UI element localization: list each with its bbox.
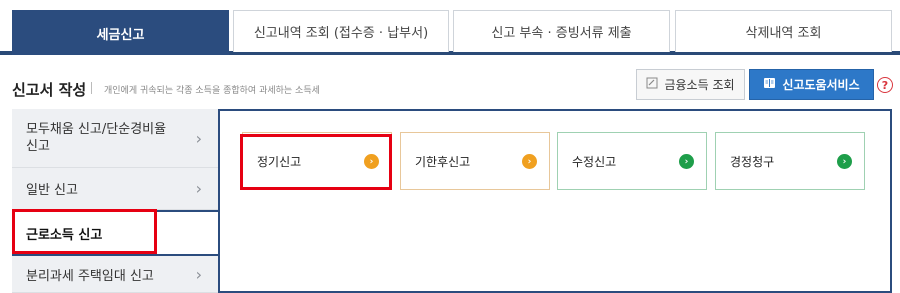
chevron-right-circle-icon: › — [522, 154, 537, 169]
edit-icon — [646, 77, 658, 92]
chevron-right-circle-icon: › — [679, 154, 694, 169]
help-icon[interactable]: ? — [877, 77, 893, 93]
sidebar-item-general-report[interactable]: 일반 신고 › — [12, 168, 218, 210]
card-label: 경정청구 — [730, 154, 775, 169]
sidebar-item-label: 분리과세 주택임대 신고 — [26, 268, 154, 284]
top-tab-bar: 세금신고 신고내역 조회 (접수증 · 납부서) 신고 부속 · 증빙서류 제출… — [0, 0, 900, 62]
card-label: 기한후신고 — [415, 154, 471, 169]
page-title: 신고서 작성 — [12, 81, 87, 99]
card-label: 수정신고 — [572, 154, 617, 169]
card-amended-report[interactable]: 수정신고 › — [557, 132, 707, 190]
sidebar-item-label: 모두채움 신고/단순경비율 신고 — [26, 122, 167, 154]
highlight-box-card — [240, 134, 392, 190]
report-help-service-button[interactable]: 신고도움서비스 — [749, 69, 874, 100]
chevron-right-icon: › — [195, 179, 202, 198]
card-late-report[interactable]: 기한후신고 › — [400, 132, 550, 190]
tab-report-history[interactable]: 신고내역 조회 (접수증 · 납부서) — [233, 10, 449, 52]
sidebar-item-separate-taxation-rental[interactable]: 분리과세 주택임대 신고 › — [12, 256, 218, 293]
page-subtitle: 개인에게 귀속되는 각종 소득을 종합하여 과세하는 소득세 — [104, 86, 320, 96]
tab-tax-report[interactable]: 세금신고 — [12, 10, 229, 55]
highlight-box-sidebar — [12, 209, 157, 254]
book-icon — [763, 77, 776, 92]
financial-income-button[interactable]: 금융소득 조회 — [636, 69, 745, 100]
chevron-right-icon: › — [195, 264, 202, 284]
sidebar-item-prefilled-report[interactable]: 모두채움 신고/단순경비율 신고 › — [12, 109, 218, 168]
card-correction-claim[interactable]: 경정청구 › — [715, 132, 865, 190]
chevron-right-icon: › — [195, 128, 202, 148]
report-help-service-label: 신고도움서비스 — [782, 78, 860, 92]
financial-income-label: 금융소득 조회 — [664, 78, 735, 92]
tab-deleted-history[interactable]: 삭제내역 조회 — [675, 10, 892, 52]
title-divider — [91, 82, 92, 94]
tab-attachment-submit[interactable]: 신고 부속 · 증빙서류 제출 — [453, 10, 670, 52]
chevron-right-circle-icon: › — [837, 154, 852, 169]
sidebar-item-label: 일반 신고 — [26, 183, 78, 198]
